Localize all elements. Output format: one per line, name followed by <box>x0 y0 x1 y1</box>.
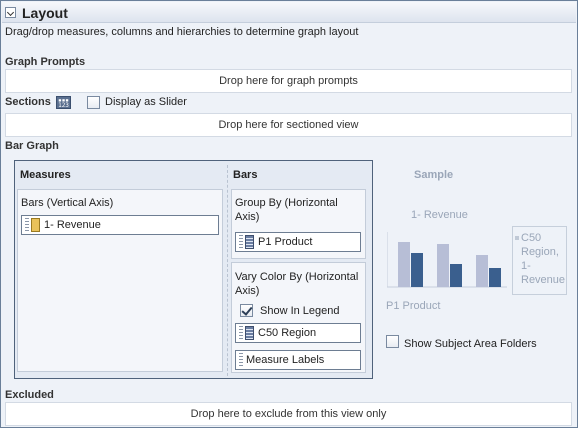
vary-color-panel[interactable]: Vary Color By (Horizontal Axis) Show In … <box>231 262 366 373</box>
show-in-legend-label: Show In Legend <box>260 305 340 317</box>
graph-prompts-label: Graph Prompts <box>5 56 86 68</box>
excluded-drop-zone[interactable]: Drop here to exclude from this view only <box>5 402 572 426</box>
measures-title: Measures <box>20 169 71 181</box>
display-as-slider-checkbox[interactable] <box>87 96 100 109</box>
sample-bar <box>489 268 501 287</box>
sample-y-axis-label: 1- Revenue <box>411 209 468 221</box>
excluded-label: Excluded <box>5 389 54 401</box>
vary-color-item-measure-labels[interactable]: Measure Labels <box>235 350 361 370</box>
vary-color-item-label: C50 Region <box>258 327 317 339</box>
group-by-panel[interactable]: Group By (Horizontal Axis) P1 Product <box>231 189 366 259</box>
group-by-item-label: P1 Product <box>258 236 313 248</box>
group-by-item-p1-product[interactable]: P1 Product <box>235 232 361 252</box>
layout-instructions: Drag/drop measures, columns and hierarch… <box>5 26 359 38</box>
measure-item-label: 1- Revenue <box>44 219 101 231</box>
sample-title: Sample <box>414 169 454 181</box>
layout-header: Layout <box>2 2 576 23</box>
bars-title: Bars <box>233 169 258 181</box>
column-divider <box>227 165 228 376</box>
bar-graph-label: Bar Graph <box>5 140 59 152</box>
measure-item-revenue[interactable]: 1- Revenue <box>21 215 219 235</box>
sample-x-axis-label: P1 Product <box>386 300 441 312</box>
sample-bar <box>476 255 488 287</box>
layout-panel: Layout Drag/drop measures, columns and h… <box>0 0 578 428</box>
sample-bar <box>450 264 462 287</box>
sample-bars <box>398 242 501 287</box>
column-icon <box>245 235 254 249</box>
column-icon <box>245 326 254 340</box>
show-in-legend-checkbox[interactable] <box>240 304 253 317</box>
show-subject-area-folders-checkbox[interactable] <box>386 335 399 348</box>
vertical-axis-label: Bars (Vertical Axis) <box>21 197 114 209</box>
drag-handle-icon[interactable] <box>239 326 243 340</box>
drag-handle-icon[interactable] <box>25 218 29 232</box>
bar-graph-layout-box: Measures Bars (Vertical Axis) 1- Revenue… <box>14 160 373 379</box>
collapse-icon[interactable] <box>5 7 16 18</box>
sample-bar-chart <box>387 232 507 288</box>
measure-icon <box>31 218 40 232</box>
show-subject-area-folders-label: Show Subject Area Folders <box>404 338 537 350</box>
layout-title: Layout <box>22 5 68 21</box>
measures-panel[interactable]: Bars (Vertical Axis) 1- Revenue <box>17 189 223 372</box>
sample-bar <box>411 253 423 287</box>
sections-label: Sections <box>5 96 51 108</box>
graph-prompts-drop-zone[interactable]: Drop here for graph prompts <box>5 69 572 93</box>
vary-color-item-c50-region[interactable]: C50 Region <box>235 323 361 343</box>
vary-color-label: Vary Color By (Horizontal Axis) <box>235 271 359 297</box>
sample-legend: C50 Region, 1- Revenue <box>512 226 567 295</box>
sample-bar <box>437 244 449 287</box>
drag-handle-icon[interactable] <box>239 353 243 367</box>
group-by-label: Group By (Horizontal Axis) <box>235 197 338 223</box>
sections-properties-icon[interactable]: ▪▪▪ 123 <box>56 96 71 109</box>
display-as-slider-label: Display as Slider <box>105 96 187 108</box>
sample-bar <box>398 242 410 287</box>
vary-color-item-label: Measure Labels <box>246 354 325 366</box>
drag-handle-icon[interactable] <box>239 235 243 249</box>
sections-drop-zone[interactable]: Drop here for sectioned view <box>5 113 572 137</box>
